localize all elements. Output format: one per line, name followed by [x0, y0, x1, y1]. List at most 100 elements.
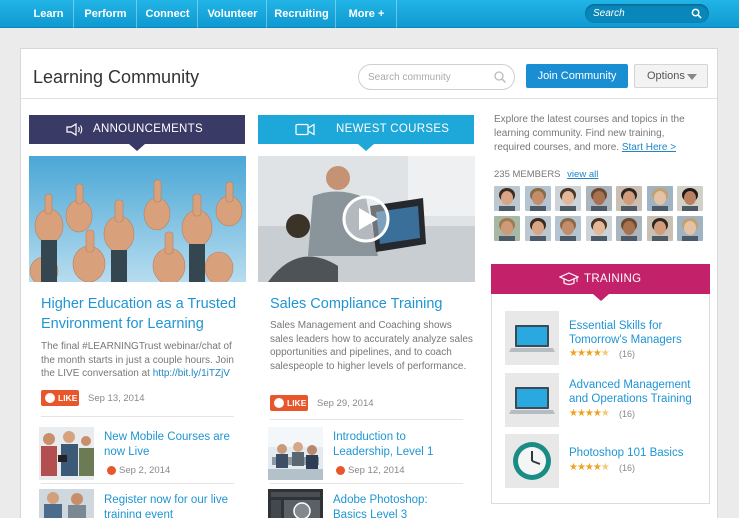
- view-all-members-link[interactable]: view all: [567, 169, 598, 180]
- search-icon[interactable]: [494, 71, 506, 83]
- header-pointer: [129, 144, 145, 151]
- nav-learn[interactable]: Learn: [24, 0, 74, 28]
- member-avatar[interactable]: [585, 216, 612, 241]
- newest-courses-title: NEWEST COURSES: [336, 123, 450, 135]
- members-summary: 235 MEMBERS view all: [494, 169, 598, 180]
- video-camera-icon: [295, 123, 315, 136]
- thumbs-up-photo: [29, 156, 246, 282]
- course-item-title[interactable]: Adobe Photoshop: Basics Level 3: [333, 493, 463, 518]
- rating-count: (16): [619, 463, 636, 473]
- announcement-link[interactable]: http://bit.ly/1iTZjV: [153, 368, 230, 379]
- options-button[interactable]: Options: [634, 64, 708, 88]
- leadership-photo: [268, 427, 323, 480]
- like-label: LIKE: [287, 398, 307, 408]
- training-header: TRAINING: [491, 264, 710, 301]
- training-thumbnail[interactable]: [505, 434, 559, 488]
- announcement-item-date: Sep 2, 2014: [119, 465, 171, 476]
- course-date: Sep 29, 2014: [317, 398, 374, 409]
- course-video[interactable]: [258, 156, 475, 282]
- nav-volunteer[interactable]: Volunteer: [199, 0, 267, 28]
- start-here-link[interactable]: Start Here >: [622, 142, 676, 153]
- member-avatar[interactable]: [646, 186, 673, 211]
- announcements-header: ANNOUNCEMENTS: [29, 115, 245, 151]
- community-search-input[interactable]: [368, 70, 488, 85]
- megaphone-icon: [66, 123, 83, 136]
- member-avatar[interactable]: [616, 216, 642, 241]
- course-item-title[interactable]: Introduction to Leadership, Level 1: [333, 430, 463, 460]
- laptop-icon: [509, 325, 555, 352]
- divider: [41, 416, 234, 417]
- smiley-icon[interactable]: [107, 466, 116, 475]
- announcement-date: Sep 13, 2014: [88, 393, 145, 404]
- member-avatar[interactable]: [524, 216, 551, 241]
- announcements-title: ANNOUNCEMENTS: [93, 123, 203, 135]
- clock-icon: [513, 442, 551, 480]
- announcement-thumbnail[interactable]: [39, 489, 94, 518]
- training-thumbnail[interactable]: [505, 373, 559, 427]
- chevron-down-icon: [687, 74, 697, 80]
- announcement-item-title[interactable]: Register now for our live training event: [104, 493, 234, 518]
- laptop-icon: [509, 387, 555, 414]
- members-count: 235 MEMBERS: [494, 169, 561, 180]
- training-title: TRAINING: [584, 273, 642, 285]
- course-title[interactable]: Sales Compliance Training: [270, 294, 480, 314]
- page-title: Learning Community: [33, 67, 200, 87]
- member-avatar[interactable]: [524, 186, 551, 211]
- member-avatar[interactable]: [677, 216, 703, 241]
- announcement-body: The final #LEARNINGTrust webinar/chat of…: [41, 340, 246, 381]
- smiley-icon: [45, 393, 55, 403]
- member-avatar[interactable]: [585, 186, 612, 211]
- mobile-courses-photo: [39, 427, 94, 480]
- course-thumbnail[interactable]: [268, 489, 323, 518]
- sales-meeting-photo: [258, 156, 475, 282]
- member-avatar[interactable]: [677, 186, 703, 211]
- announcement-item-title[interactable]: New Mobile Courses are now Live: [104, 430, 234, 460]
- star-rating: ★★★★★: [569, 408, 610, 419]
- nav-more[interactable]: More +: [337, 0, 397, 28]
- training-item-title[interactable]: Advanced Management and Operations Train…: [569, 378, 699, 406]
- community-panel: Learning Community Join Community Option…: [20, 48, 718, 518]
- newest-courses-header: NEWEST COURSES: [258, 115, 474, 151]
- nav-connect[interactable]: Connect: [138, 0, 198, 28]
- rating-count: (16): [619, 409, 636, 419]
- divider: [270, 483, 463, 484]
- member-avatar[interactable]: [555, 216, 581, 241]
- member-avatar[interactable]: [646, 216, 673, 241]
- panel-header: Learning Community Join Community Option…: [21, 49, 717, 99]
- member-avatar[interactable]: [494, 216, 520, 241]
- global-search: [585, 4, 709, 23]
- search-icon[interactable]: [691, 8, 702, 19]
- community-search: [358, 64, 515, 90]
- star-rating: ★★★★★: [569, 348, 610, 359]
- announcement-image[interactable]: [29, 156, 246, 282]
- member-avatar[interactable]: [616, 186, 642, 211]
- member-avatar[interactable]: [494, 186, 520, 211]
- like-button[interactable]: LIKE: [41, 390, 79, 406]
- training-item-title[interactable]: Essential Skills for Tomorrow's Managers: [569, 319, 699, 347]
- community-intro: Explore the latest courses and topics in…: [494, 113, 699, 155]
- announcement-title[interactable]: Higher Education as a Trusted Environmen…: [41, 294, 251, 334]
- like-button[interactable]: LIKE: [270, 395, 308, 411]
- course-thumbnail[interactable]: [268, 427, 323, 480]
- training-thumbnail[interactable]: [505, 311, 559, 365]
- options-label: Options: [647, 70, 685, 82]
- photoshop-video-thumbnail: [268, 489, 323, 518]
- nav-perform[interactable]: Perform: [75, 0, 137, 28]
- nav-recruiting[interactable]: Recruiting: [268, 0, 336, 28]
- rating-count: (16): [619, 349, 636, 359]
- graduation-cap-icon: [559, 272, 579, 286]
- header-pointer: [358, 144, 374, 151]
- smiley-icon[interactable]: [336, 466, 345, 475]
- join-community-button[interactable]: Join Community: [526, 64, 628, 88]
- star-rating: ★★★★★: [569, 462, 610, 473]
- global-search-input[interactable]: [593, 6, 688, 21]
- course-description: Sales Management and Coaching shows sale…: [270, 320, 473, 372]
- training-item-title[interactable]: Photoshop 101 Basics: [569, 446, 699, 460]
- smiley-icon: [274, 398, 284, 408]
- announcement-thumbnail[interactable]: [39, 427, 94, 480]
- divider: [270, 419, 463, 420]
- divider: [41, 483, 234, 484]
- header-pointer: [593, 294, 609, 301]
- member-avatar[interactable]: [555, 186, 581, 211]
- top-navigation: Learn Perform Connect Volunteer Recruiti…: [0, 0, 739, 28]
